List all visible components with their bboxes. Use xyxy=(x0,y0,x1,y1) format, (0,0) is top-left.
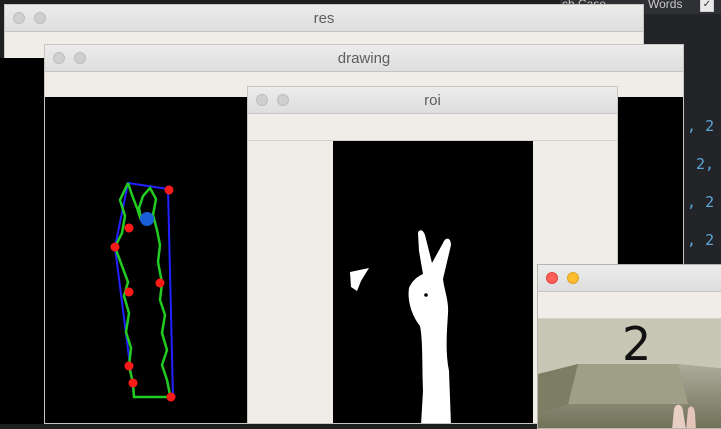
window-title: roi xyxy=(424,92,441,109)
noise-blob xyxy=(350,268,369,291)
defect-point xyxy=(124,361,134,371)
defect-point xyxy=(164,185,174,195)
roi-toolbar xyxy=(248,114,617,141)
finger-count-text: 2 xyxy=(622,317,652,371)
hand-silhouette xyxy=(408,230,451,423)
defect-point xyxy=(110,242,120,252)
close-icon[interactable] xyxy=(546,272,558,284)
defect-point xyxy=(124,287,134,297)
defect-point xyxy=(166,392,176,402)
camera-toolbar xyxy=(538,292,721,319)
defect-point xyxy=(155,278,165,288)
camera-titlebar[interactable] xyxy=(538,265,721,292)
roi-canvas xyxy=(333,141,533,423)
camera-feed: 2 xyxy=(538,317,721,428)
defect-point xyxy=(128,378,138,388)
palm-center-point xyxy=(140,212,154,226)
roi-titlebar[interactable]: roi xyxy=(248,87,617,114)
minimize-icon[interactable] xyxy=(567,272,579,284)
roi-threshold-image xyxy=(350,230,451,423)
defect-point xyxy=(124,223,134,233)
camera-window: 2 xyxy=(537,264,721,429)
